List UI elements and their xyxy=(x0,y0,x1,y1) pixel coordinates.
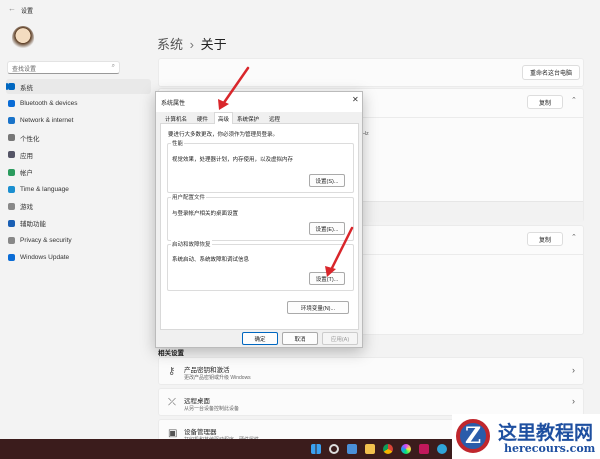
watermark: Z 这里教程网 herecours.com xyxy=(452,414,600,459)
app-icon-2[interactable] xyxy=(419,444,429,454)
watermark-name: 这里教程网 xyxy=(498,422,594,444)
widgets-icon[interactable] xyxy=(347,444,357,454)
annotation-arrows xyxy=(218,66,354,277)
watermark-url: herecours.com xyxy=(504,442,596,455)
chrome-icon[interactable] xyxy=(383,444,393,454)
app-icon[interactable] xyxy=(401,444,411,454)
arrow-to-advanced-tab xyxy=(221,66,250,106)
start-icon[interactable] xyxy=(311,444,321,454)
arrow-to-startup-settings xyxy=(329,226,354,272)
tab-2[interactable]: 高级 xyxy=(214,112,234,124)
watermark-logo-icon: Z xyxy=(456,419,490,453)
file-explorer-icon[interactable] xyxy=(365,444,375,454)
edge-icon[interactable] xyxy=(437,444,447,454)
search-taskbar-icon[interactable] xyxy=(329,444,339,454)
